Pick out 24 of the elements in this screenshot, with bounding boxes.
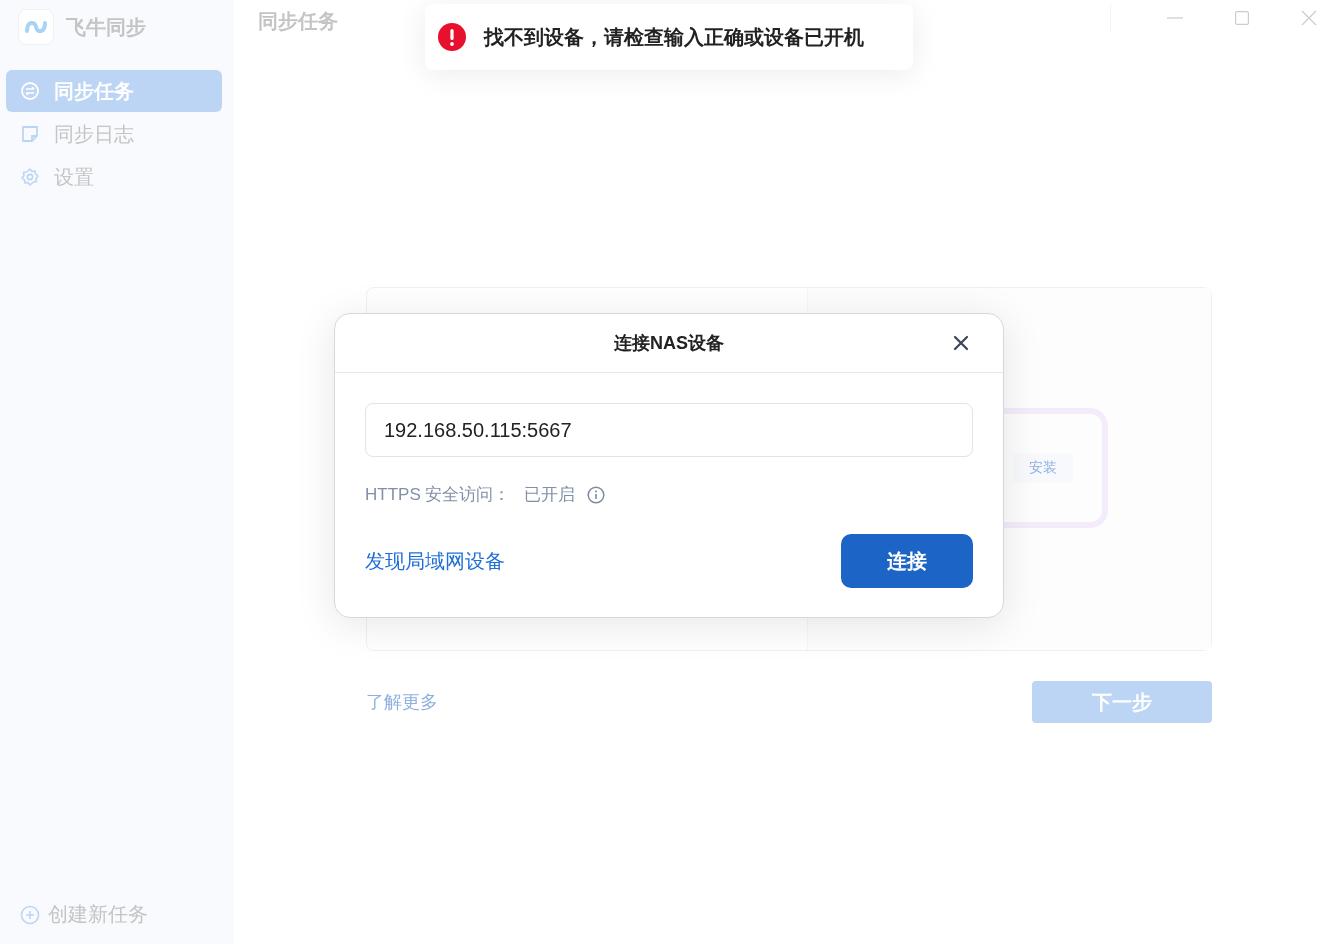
discover-lan-devices-link[interactable]: 发现局域网设备 [365,547,505,575]
sidebar-item[interactable]: 同步日志 [6,113,222,155]
next-step-button[interactable]: 下一步 [1032,681,1212,723]
note-icon [20,124,40,144]
app-name: 飞牛同步 [66,14,146,40]
dialog-title: 连接NAS设备 [614,332,724,355]
address-input-field[interactable]: 192.168.50.115:5667 [365,403,973,457]
info-icon[interactable] [587,485,606,504]
page-title: 同步任务 [258,8,338,34]
learn-more-link[interactable]: 了解更多 [366,690,438,714]
error-message: 找不到设备，请检查输入正确或设备已开机 [484,24,864,50]
sidebar-item[interactable]: 同步任务 [6,70,222,112]
https-label: HTTPS 安全访问： [365,484,511,506]
plus-icon [20,904,40,925]
https-status: 已开启 [524,484,576,506]
maximize-icon[interactable] [1235,11,1249,25]
create-task-button[interactable]: 创建新任务 [6,901,222,928]
logo-icon [18,9,54,45]
sidebar-item[interactable]: 设置 [6,156,222,198]
sync-icon [20,81,40,101]
close-icon[interactable] [953,335,969,351]
error-icon [438,23,466,51]
settings-icon [20,167,40,187]
connect-button[interactable]: 连接 [841,534,973,588]
